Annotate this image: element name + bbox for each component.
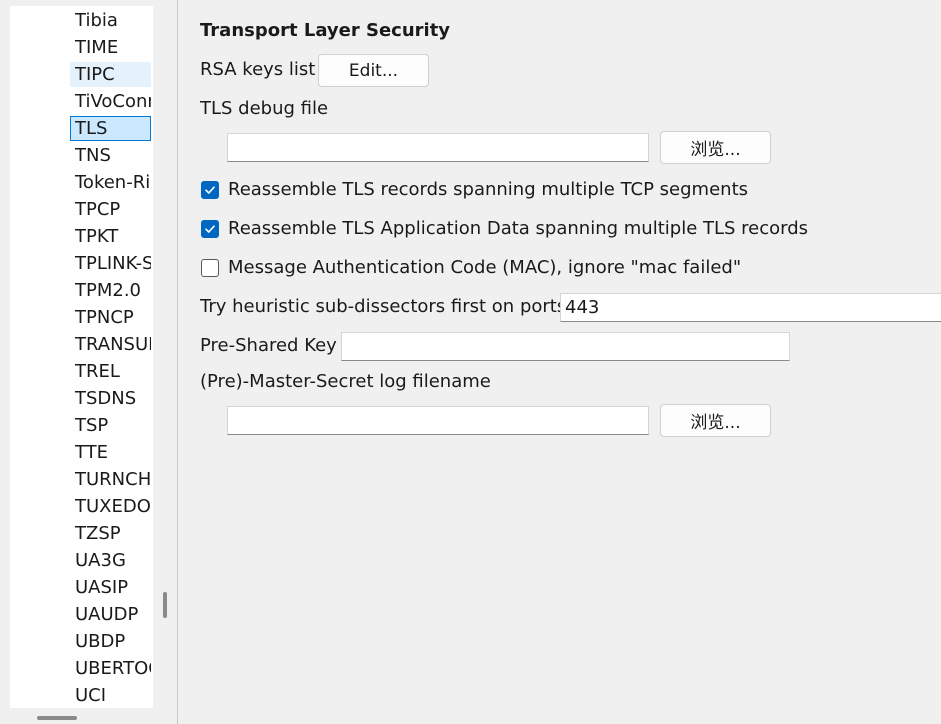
protocol-tree[interactable]: TibiaTIMETIPCTiVoConnectTLSTNSToken-Ring…: [10, 6, 153, 708]
tls-preferences-panel: Transport Layer Security RSA keys list E…: [179, 0, 941, 724]
tree-item[interactable]: TPCP: [70, 197, 151, 222]
tree-item[interactable]: TPLINK-SMARTHOME: [70, 251, 151, 276]
tree-item[interactable]: TREL: [70, 359, 151, 384]
tree-item[interactable]: TSDNS: [70, 386, 151, 411]
checkmark-icon: [205, 225, 215, 233]
tree-item[interactable]: TRANSUM: [70, 332, 151, 357]
tree-item[interactable]: TNS: [70, 143, 151, 168]
ignore-mac-checkbox[interactable]: [201, 259, 219, 277]
tree-item[interactable]: TTE: [70, 440, 151, 465]
tree-item[interactable]: UCI: [70, 683, 151, 708]
debug-file-browse-button[interactable]: 浏览...: [660, 131, 771, 164]
rsa-keys-label: RSA keys list: [200, 59, 316, 80]
tree-item[interactable]: UBDP: [70, 629, 151, 654]
tree-item[interactable]: TiVoConnect: [70, 89, 151, 114]
master-secret-browse-button[interactable]: 浏览...: [660, 404, 771, 437]
tree-item[interactable]: Token-Ring: [70, 170, 151, 195]
reassemble-records-checkbox[interactable]: [201, 181, 219, 199]
tree-item[interactable]: TPM2.0: [70, 278, 151, 303]
master-secret-input[interactable]: [227, 406, 649, 435]
checkmark-icon: [205, 186, 215, 194]
tree-vertical-scrollbar[interactable]: [163, 592, 167, 618]
pre-shared-key-input[interactable]: [341, 332, 790, 361]
master-secret-label: (Pre)-Master-Secret log filename: [200, 371, 491, 392]
reassemble-records-label: Reassemble TLS records spanning multiple…: [228, 179, 749, 200]
pre-shared-key-label: Pre-Shared Key: [200, 335, 337, 356]
reassemble-appdata-checkbox[interactable]: [201, 220, 219, 238]
tree-item[interactable]: TUXEDO: [70, 494, 151, 519]
reassemble-appdata-label: Reassemble TLS Application Data spanning…: [228, 218, 809, 239]
tree-horizontal-scrollbar[interactable]: [37, 716, 77, 720]
tree-item[interactable]: TZSP: [70, 521, 151, 546]
protocol-tree-pane: TibiaTIMETIPCTiVoConnectTLSTNSToken-Ring…: [0, 0, 178, 724]
debug-file-label: TLS debug file: [200, 98, 329, 119]
tree-item[interactable]: Tibia: [70, 8, 151, 33]
preferences-window: TibiaTIMETIPCTiVoConnectTLSTNSToken-Ring…: [0, 0, 941, 724]
ignore-mac-label: Message Authentication Code (MAC), ignor…: [228, 257, 742, 278]
tree-item[interactable]: TIME: [70, 35, 151, 60]
tree-item[interactable]: TPNCP: [70, 305, 151, 330]
debug-file-input[interactable]: [227, 133, 649, 162]
tree-item[interactable]: UBERTOOTH: [70, 656, 151, 681]
tree-item[interactable]: UA3G: [70, 548, 151, 573]
heuristic-ports-input[interactable]: [560, 293, 941, 322]
tree-item[interactable]: TIPC: [70, 62, 151, 87]
reassemble-records-option[interactable]: Reassemble TLS records spanning multiple…: [201, 179, 821, 205]
tree-item[interactable]: UAUDP: [70, 602, 151, 627]
tree-item[interactable]: TPKT: [70, 224, 151, 249]
tree-item[interactable]: TSP: [70, 413, 151, 438]
section-title: Transport Layer Security: [200, 20, 451, 41]
heuristic-ports-label: Try heuristic sub-dissectors first on po…: [200, 296, 567, 317]
reassemble-appdata-option[interactable]: Reassemble TLS Application Data spanning…: [201, 218, 821, 244]
tree-item[interactable]: TURNCHANNEL: [70, 467, 151, 492]
tree-item[interactable]: TLS: [70, 116, 151, 141]
tree-item[interactable]: UASIP: [70, 575, 151, 600]
rsa-keys-edit-button[interactable]: Edit...: [318, 54, 429, 87]
ignore-mac-option[interactable]: Message Authentication Code (MAC), ignor…: [201, 257, 821, 283]
